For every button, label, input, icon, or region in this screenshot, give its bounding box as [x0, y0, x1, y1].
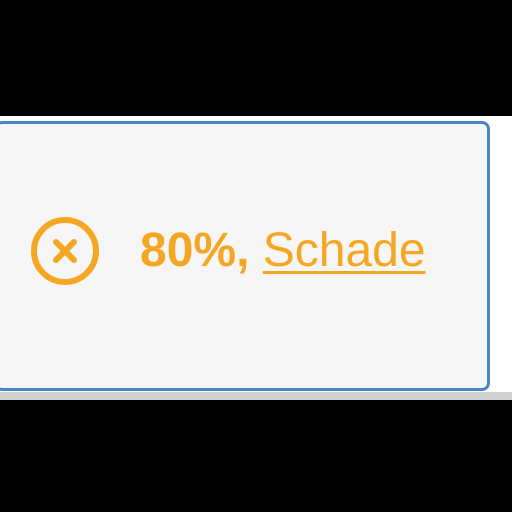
status-percent: 80%, [140, 224, 250, 277]
close-circle-icon[interactable] [30, 216, 100, 286]
bottom-divider [0, 392, 512, 400]
status-row: 80%, Schade [30, 216, 426, 286]
status-text: 80%, Schade [140, 216, 426, 286]
damage-link[interactable]: Schade [263, 224, 426, 277]
screen: 80%, Schade [0, 0, 512, 512]
